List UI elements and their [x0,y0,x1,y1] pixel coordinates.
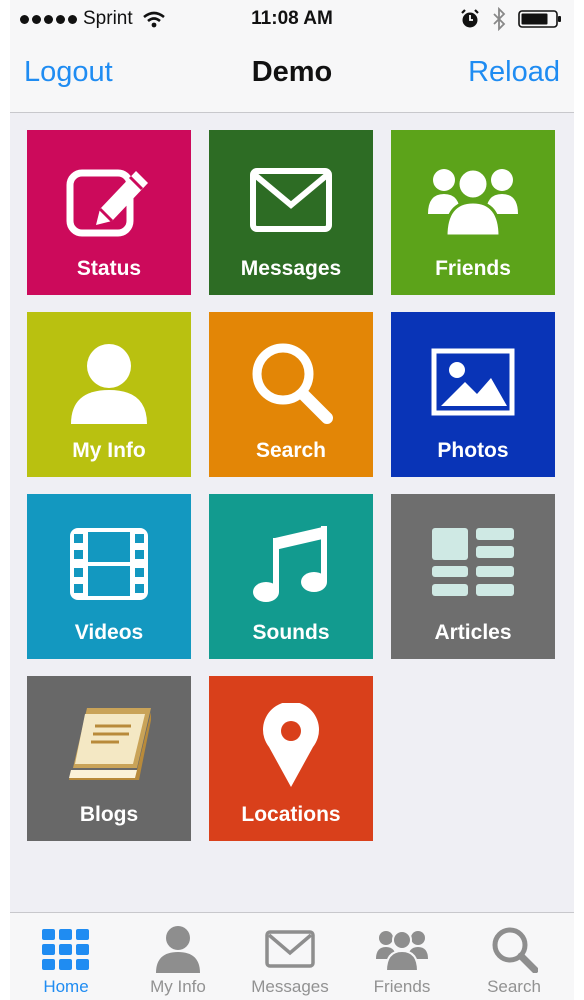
edit-icon [27,160,191,240]
music-icon [209,524,373,604]
tile-label: Articles [434,621,512,644]
photo-icon [391,342,555,422]
film-icon [27,524,191,604]
tile-locations[interactable]: Locations [209,676,373,841]
user-icon [27,342,191,424]
tab-label: Search [487,977,541,996]
tab-search[interactable]: Search [458,913,570,1000]
articles-icon [391,524,555,604]
search-icon [458,923,570,975]
tab-bar: Home My Info Messages Friends Search [10,912,574,1000]
tile-articles[interactable]: Articles [391,494,555,659]
tab-label: My Info [150,977,206,996]
tab-my-info[interactable]: My Info [122,913,234,1000]
tab-label: Home [43,977,89,996]
group-icon [391,160,555,240]
envelope-icon [234,923,346,975]
tile-blogs[interactable]: Blogs [27,676,191,841]
tab-friends[interactable]: Friends [346,913,458,1000]
tile-label: Sounds [252,621,330,644]
bluetooth-icon [493,7,506,31]
tile-label: Status [76,257,142,280]
tile-label: Friends [435,257,511,280]
envelope-icon [209,160,373,240]
tile-videos[interactable]: Videos [27,494,191,659]
tab-home[interactable]: Home [10,913,122,1000]
tile-friends[interactable]: Friends [391,130,555,295]
tile-label: Messages [240,257,342,280]
group-icon [346,923,458,975]
tile-label: Locations [241,803,341,826]
tab-label: Messages [251,977,329,996]
status-bar: Sprint 11:08 AM [10,0,574,38]
grid-icon [10,923,122,975]
alarm-icon [461,9,479,28]
reload-button[interactable]: Reload [468,56,560,89]
book-icon [27,706,191,786]
battery-icon [518,10,561,28]
tile-label: Blogs [79,803,139,826]
tile-search[interactable]: Search [209,312,373,477]
tile-status[interactable]: Status [27,130,191,295]
tile-label: My Info [72,439,146,462]
tile-messages[interactable]: Messages [209,130,373,295]
search-icon [209,342,373,424]
user-icon [122,923,234,975]
phone-screen: Sprint 11:08 AM Logout Demo Reload Statu… [10,0,574,1000]
tile-photos[interactable]: Photos [391,312,555,477]
navigation-bar: Logout Demo Reload [10,38,574,113]
tile-label: Search [255,439,327,462]
tile-label: Photos [437,439,509,462]
tab-messages[interactable]: Messages [234,913,346,1000]
status-right [460,7,562,31]
tile-label: Videos [74,621,144,644]
tile-sounds[interactable]: Sounds [209,494,373,659]
menu-grid: Status Messages Friends My Info Search P… [27,130,557,841]
tile-my-info[interactable]: My Info [27,312,191,477]
map-pin-icon [209,703,373,787]
tab-label: Friends [373,977,431,996]
